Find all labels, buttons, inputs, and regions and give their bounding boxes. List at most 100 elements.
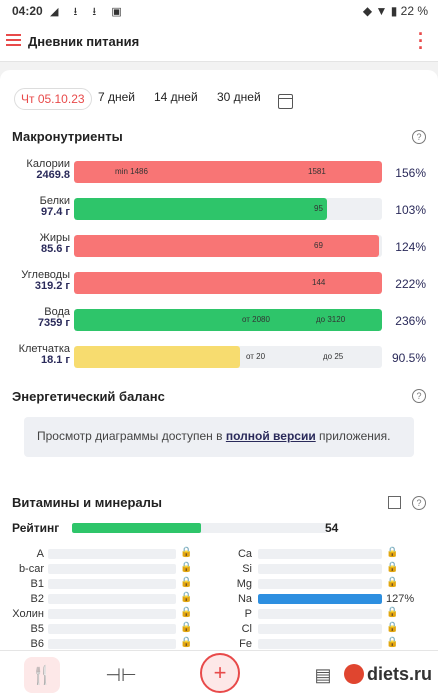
mineral-track xyxy=(258,594,382,604)
menu-icon[interactable] xyxy=(6,34,21,46)
macro-track: от 2080 до 3120 xyxy=(74,309,382,331)
rating-track xyxy=(72,523,327,533)
mineral-name: P xyxy=(244,608,252,620)
macro-row: Углеводы 319.2 г 144 222% xyxy=(0,269,438,301)
note-text: Просмотр диаграммы доступен в xyxy=(37,429,226,443)
macro-marker: до 3120 xyxy=(316,315,346,324)
mineral-track xyxy=(258,609,382,619)
macro-row: Жиры 85.6 г 69 124% xyxy=(0,232,438,264)
workout-tab-icon[interactable]: ⊣⊢ xyxy=(103,657,139,693)
vitamin-track xyxy=(48,549,176,559)
vitamin-row: B2 🔒 xyxy=(0,592,200,605)
vitamin-name: Холин xyxy=(12,608,44,620)
more-options-icon[interactable]: · · · xyxy=(418,25,424,57)
rating-fill xyxy=(72,523,201,533)
recipes-tab-icon[interactable]: ▤ xyxy=(305,657,341,693)
mineral-row: Ca 🔒 xyxy=(200,547,438,560)
period-today[interactable]: Чт 05.10.23 xyxy=(14,88,92,110)
mineral-row: Cl 🔒 xyxy=(200,622,438,635)
macro-amount: 319.2 г xyxy=(34,280,70,292)
vitamin-row: B6 🔒 xyxy=(0,637,200,650)
vitamin-name: B6 xyxy=(30,638,44,650)
apple-logo-icon xyxy=(343,664,364,684)
vitamin-track xyxy=(48,564,176,574)
mineral-name: Ca xyxy=(237,548,252,560)
mineral-name: Cl xyxy=(241,623,252,635)
vitamin-track xyxy=(48,609,176,619)
lock-icon: 🔒 xyxy=(386,577,399,588)
full-version-note: Просмотр диаграммы доступен в полной вер… xyxy=(24,417,414,457)
macro-marker: min 1486 xyxy=(115,167,148,176)
calendar-icon[interactable] xyxy=(278,94,293,109)
macro-fill xyxy=(74,198,327,220)
energy-title: Энергетический баланс xyxy=(12,389,165,404)
macro-percent: 124% xyxy=(395,240,426,254)
macro-amount: 85.6 г xyxy=(40,243,70,255)
vitamin-row: B1 🔒 xyxy=(0,577,200,590)
add-button[interactable]: + xyxy=(200,653,240,693)
status-bar: 04:20 ◢ ⭳ ⭳ ▣ ◆ ▼ ▮ 22 % xyxy=(0,0,438,22)
mineral-track xyxy=(258,564,382,574)
full-version-link[interactable]: полной версии xyxy=(226,429,316,443)
watermark-text: diets.ru xyxy=(366,664,432,684)
lock-icon: 🔒 xyxy=(180,622,193,633)
macro-track: 69 xyxy=(74,235,382,257)
lock-icon: 🔒 xyxy=(386,637,399,648)
watermark: diets.ru xyxy=(343,664,432,685)
period-7-days[interactable]: 7 дней xyxy=(98,90,135,104)
macro-row: Белки 97.4 г 95 103% xyxy=(0,195,438,227)
macro-percent: 90.5% xyxy=(391,351,426,365)
macro-fill xyxy=(74,235,379,257)
mineral-name: Fe xyxy=(239,638,252,650)
lock-icon: 🔒 xyxy=(386,607,399,618)
lock-icon: 🔒 xyxy=(180,607,193,618)
help-icon[interactable]: ? xyxy=(412,496,426,510)
mineral-track xyxy=(258,579,382,589)
mineral-track xyxy=(258,624,382,634)
lock-icon: 🔒 xyxy=(386,622,399,633)
period-30-days[interactable]: 30 дней xyxy=(217,90,261,104)
macro-row: Калории 2469.8 min 1486 1581 156% xyxy=(0,158,438,190)
help-icon[interactable]: ? xyxy=(412,389,426,403)
vitamin-row: b-car 🔒 xyxy=(0,562,200,575)
vitamins-title: Витамины и минералы xyxy=(12,495,162,510)
macro-marker: 69 xyxy=(314,241,323,250)
vitamin-track xyxy=(48,624,176,634)
system-icons: ◆ ▼ ▮ 22 % xyxy=(362,4,428,18)
vitamin-row: A 🔒 xyxy=(0,547,200,560)
vitamin-track xyxy=(48,594,176,604)
mineral-percent: 127% xyxy=(386,593,415,605)
macro-marker: от 20 xyxy=(246,352,266,361)
battery-level: 22 % xyxy=(400,4,428,18)
vitamin-row: Холин 🔒 xyxy=(0,607,200,620)
table-view-icon[interactable] xyxy=(388,496,401,509)
mineral-name: Mg xyxy=(236,578,252,590)
lock-icon: 🔒 xyxy=(180,562,193,573)
mineral-row: Na 127% xyxy=(200,592,438,605)
macro-amount: 97.4 г xyxy=(40,206,70,218)
macro-percent: 236% xyxy=(395,314,426,328)
vitamin-name: B1 xyxy=(30,578,44,590)
macro-amount: 7359 г xyxy=(37,317,70,329)
mineral-name: Na xyxy=(237,593,252,605)
vitamin-name: b-car xyxy=(18,563,44,575)
macro-amount: 18.1 г xyxy=(40,354,70,366)
period-14-days[interactable]: 14 дней xyxy=(154,90,198,104)
macro-track: от 20 до 25 xyxy=(74,346,382,368)
lock-icon: 🔒 xyxy=(386,547,399,558)
lock-icon: 🔒 xyxy=(180,592,193,603)
macro-percent: 156% xyxy=(395,166,426,180)
vitamin-name: B2 xyxy=(30,593,44,605)
app-bar: Дневник питания · · · xyxy=(0,22,438,62)
page-title: Дневник питания xyxy=(28,34,140,49)
help-icon[interactable]: ? xyxy=(412,130,426,144)
macro-marker: 95 xyxy=(314,204,323,213)
notification-icons: ◢ ⭳ ⭳ ▣ xyxy=(50,6,128,18)
lock-icon: 🔒 xyxy=(180,577,193,588)
macro-marker: до 25 xyxy=(323,352,344,361)
lock-icon: 🔒 xyxy=(180,637,193,648)
mineral-row: Si 🔒 xyxy=(200,562,438,575)
diary-tab-icon[interactable]: 🍴 xyxy=(24,657,60,693)
note-text-end: приложения. xyxy=(315,429,391,443)
mineral-fill xyxy=(258,594,382,604)
